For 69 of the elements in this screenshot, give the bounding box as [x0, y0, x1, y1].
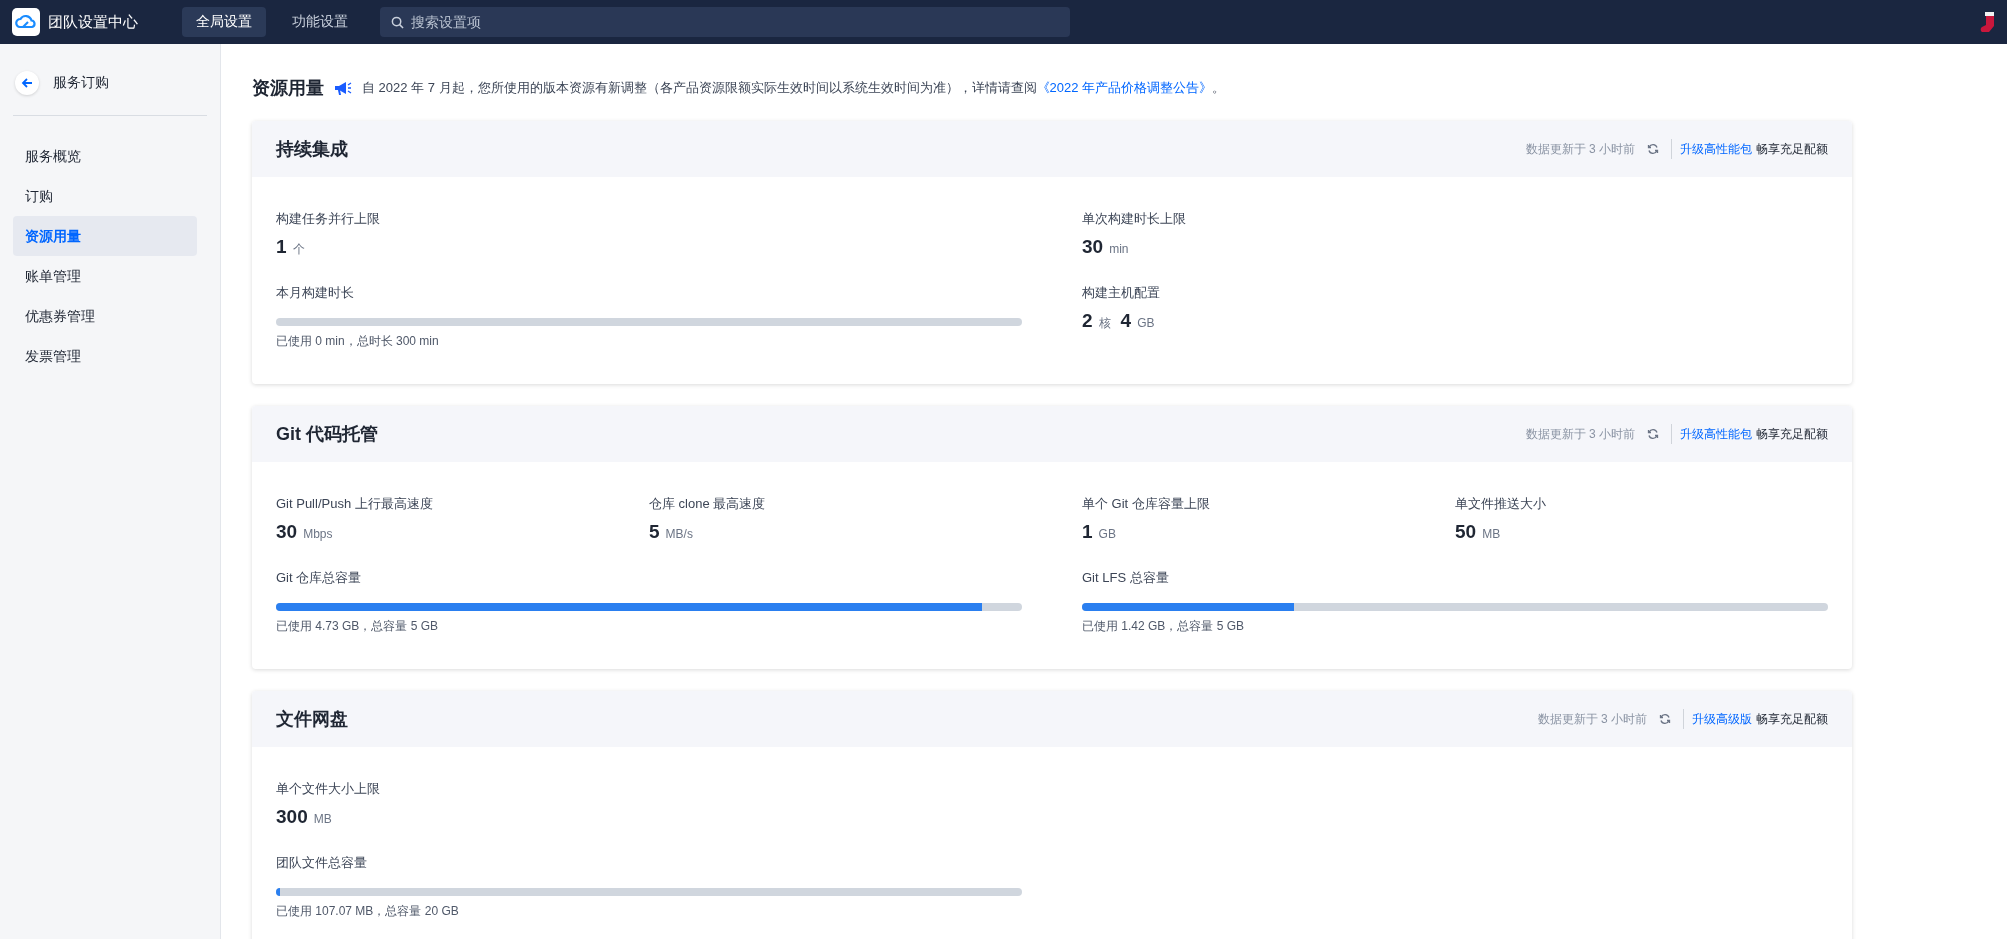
sidebar-item[interactable]: 账单管理	[13, 256, 197, 296]
usage-caption: 已使用 0 min，总时长 300 min	[276, 333, 440, 350]
notice-text: 自 2022 年 7 月起，您所使用的版本资源有新调整（各产品资源限额实际生效时间以系统生效时间为准），详情请查阅	[362, 79, 1037, 97]
cloud-logo-icon	[12, 8, 40, 36]
section-title: 服务订购	[53, 74, 109, 92]
sidebar-item[interactable]: 优惠券管理	[13, 296, 197, 336]
update-time: 数据更新于 3 小时前	[1525, 425, 1635, 443]
page-title: 资源用量	[252, 77, 324, 100]
metric-label: Git LFS 总容量	[1082, 569, 1170, 587]
metric-value: 1	[1082, 521, 1093, 543]
app-title: 团队设置中心	[48, 12, 138, 32]
metric-unit: MB	[313, 812, 332, 826]
nav-tab[interactable]: 功能设置	[278, 7, 362, 37]
sidebar-item[interactable]: 服务概览	[13, 136, 197, 176]
metric-value: 300	[276, 806, 308, 828]
nav-tab[interactable]: 全局设置	[182, 7, 266, 37]
metric-value: 2	[1082, 310, 1093, 332]
stocking-icon	[1979, 10, 1995, 34]
metric-label: Git 仓库总容量	[276, 569, 363, 587]
metric-label: 团队文件总容量	[276, 854, 368, 872]
metric-unit: min	[1109, 242, 1129, 256]
metric-unit: 个	[292, 241, 305, 258]
usage-caption: 已使用 1.42 GB，总容量 5 GB	[1082, 618, 1246, 635]
card-title: Git 代码托管	[276, 423, 378, 446]
upgrade-text: 畅享充足配额	[1756, 710, 1828, 728]
metric-label: 构建主机配置	[1082, 284, 1161, 302]
notice-text: 。	[1212, 79, 1226, 97]
upgrade-link[interactable]: 升级高级版	[1692, 710, 1752, 728]
metric-unit: GB	[1137, 316, 1155, 330]
refresh-icon[interactable]	[1647, 143, 1659, 155]
usage-caption: 已使用 4.73 GB，总容量 5 GB	[276, 618, 440, 635]
metric-value: 30	[276, 521, 298, 543]
megaphone-icon	[334, 80, 352, 96]
metric-label: 单文件推送大小	[1455, 495, 1547, 513]
card-title: 持续集成	[276, 138, 348, 161]
metric-label: 单个文件大小上限	[276, 780, 381, 798]
sidebar-item[interactable]: 订购	[13, 176, 197, 216]
back-arrow-icon	[21, 77, 33, 89]
back-button[interactable]	[15, 71, 39, 95]
upgrade-link[interactable]: 升级高性能包	[1680, 140, 1752, 158]
metric-unit: MB	[1482, 527, 1501, 541]
metric-unit: 核	[1098, 315, 1111, 332]
search-field[interactable]: 搜索设置项	[380, 7, 1070, 37]
metric-unit: MB/s	[665, 527, 693, 541]
upgrade-link[interactable]: 升级高性能包	[1680, 425, 1752, 443]
metric-label: 构建任务并行上限	[276, 210, 381, 228]
metric-label: Git Pull/Push 上行最高速度	[276, 495, 434, 513]
card-title: 文件网盘	[276, 708, 348, 731]
upgrade-text: 畅享充足配额	[1756, 140, 1828, 158]
metric-value: 30	[1082, 236, 1104, 258]
update-time: 数据更新于 3 小时前	[1537, 710, 1647, 728]
metric-label: 仓库 clone 最高速度	[649, 495, 767, 513]
sidebar-item[interactable]: 发票管理	[13, 336, 197, 376]
metric-label: 单次构建时长上限	[1082, 210, 1187, 228]
sidebar-item[interactable]: 资源用量	[13, 216, 197, 256]
refresh-icon[interactable]	[1647, 428, 1659, 440]
metric-value: 5	[649, 521, 660, 543]
upgrade-text: 畅享充足配额	[1756, 425, 1828, 443]
metric-unit: Mbps	[303, 527, 333, 541]
metric-unit: GB	[1098, 527, 1116, 541]
metric-value: 4	[1120, 310, 1132, 332]
metric-value: 50	[1455, 521, 1477, 543]
usage-caption: 已使用 107.07 MB，总容量 20 GB	[276, 903, 460, 920]
metric-label: 单个 Git 仓库容量上限	[1082, 495, 1211, 513]
metric-label: 本月构建时长	[276, 284, 355, 302]
update-time: 数据更新于 3 小时前	[1525, 140, 1635, 158]
refresh-icon[interactable]	[1659, 713, 1671, 725]
announcement-link[interactable]: 《2022 年产品价格调整公告》	[1036, 79, 1213, 97]
metric-value: 1	[276, 236, 287, 258]
